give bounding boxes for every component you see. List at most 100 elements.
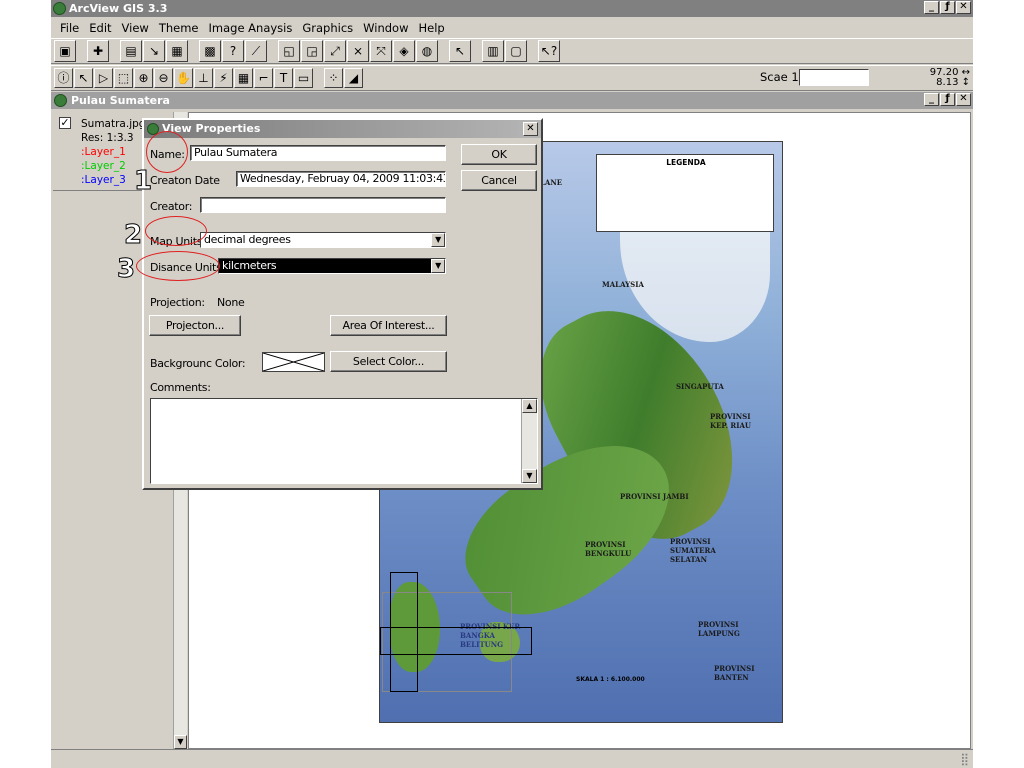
map-scale-text: SKALA 1 : 6.100.000 [576,676,645,683]
locate-address-icon[interactable]: ⟋ [245,40,267,62]
annotation-ellipse-2 [145,216,207,246]
cancel-button[interactable]: Cancel [461,170,537,191]
area-of-interest-button[interactable]: Area Of Interest... [330,315,447,336]
menu-edit[interactable]: Edit [84,18,116,38]
view-window-controls: _ ƒ ✕ [924,93,971,106]
draw-rectangle-icon[interactable]: ▭ [294,68,313,88]
zoom-selected-icon[interactable]: ⤢ [324,40,346,62]
select-feature-icon[interactable]: ⬚ [114,68,133,88]
menu-help[interactable]: Help [414,18,450,38]
theme-name[interactable]: Sumatra.jpg [81,118,145,130]
scroll-down-arrow-icon[interactable]: ▼ [174,735,187,749]
menu-window[interactable]: Window [358,18,413,38]
vertex-edit-icon[interactable]: ▷ [94,68,113,88]
scale-input[interactable] [799,69,869,86]
legend-layer-1: :Layer_1 [81,146,126,158]
comments-scrollbar[interactable]: ▲ ▼ [521,399,537,483]
minimize-button[interactable]: _ [924,1,939,14]
zoom-in-icon[interactable]: ⨯ [347,40,369,62]
menu-theme[interactable]: Theme [154,18,204,38]
query-builder-icon[interactable]: ? [222,40,244,62]
map-units-value: decimal degrees [204,233,291,246]
view-close-button[interactable]: ✕ [956,93,971,106]
menu-view[interactable]: View [117,18,154,38]
annotation-ellipse-3 [136,251,220,281]
name-field[interactable]: Pulau Sumatera [190,145,446,161]
menu-file[interactable]: File [55,18,84,38]
window-controls: _ ƒ ✕ [924,1,971,14]
projection-label: Projection: [150,296,205,309]
hotlink-icon[interactable]: ⚡ [214,68,233,88]
annotation-number-3: 3 [116,254,136,285]
find-icon[interactable]: ▩ [199,40,221,62]
theme-res: Res: 1:3.3 [81,132,134,144]
menu-image-analysis[interactable]: Image Anaysis [204,18,298,38]
layout-icon[interactable]: ▥ [482,40,504,62]
view-restore-button[interactable]: ƒ [940,93,955,106]
resize-grip-icon[interactable]: ⣿ [960,752,969,766]
measure-icon[interactable]: ⊥ [194,68,213,88]
map-label: PROVINSI BANTEN [714,664,755,682]
comments-label: Comments: [150,381,211,394]
restore-button[interactable]: ƒ [940,1,955,14]
label-icon[interactable]: ⌐ [254,68,273,88]
ok-button[interactable]: OK [461,144,537,165]
dialog-close-button[interactable]: ✕ [523,122,538,136]
close-button[interactable]: ✕ [956,1,971,14]
distance-units-dropdown[interactable]: kilcmeters ▼ [218,258,446,274]
map-label: LANE [540,178,563,187]
scroll-down-arrow-icon[interactable]: ▼ [522,469,537,483]
view-window-titlebar: Pulau Sumatera _ ƒ ✕ [51,92,973,109]
zoom-full-extent-icon[interactable]: ◱ [278,40,300,62]
creator-field[interactable] [200,197,446,213]
view-window-title: Pulau Sumatera [71,94,170,107]
area-of-interest-icon[interactable]: ▦ [234,68,253,88]
pan-icon[interactable]: ✋ [174,68,193,88]
view-globe-icon [54,94,67,107]
help-icon[interactable]: ↖? [538,40,560,62]
zoom-previous-icon[interactable]: ◈ [393,40,415,62]
save-icon[interactable]: ▣ [54,40,76,62]
map-label: PROVINSI BENGKULU [585,540,632,558]
menu-graphics[interactable]: Graphics [297,18,358,38]
select-color-button[interactable]: Select Color... [330,351,447,372]
app-titlebar: ArcView GIS 3.3 _ ƒ ✕ [51,0,973,17]
select-features-icon[interactable]: ◍ [416,40,438,62]
zoom-out-tool-icon[interactable]: ⊖ [154,68,173,88]
annotation-number-2: 2 [123,220,143,251]
snap-icon[interactable]: ⁘ [324,68,343,88]
dropdown-arrow-icon[interactable]: ▼ [431,233,445,247]
text-icon[interactable]: T [274,68,293,88]
creator-label: Creator: [150,200,193,213]
zoom-in-tool-icon[interactable]: ⊕ [134,68,153,88]
dropdown-arrow-icon[interactable]: ▼ [431,259,445,273]
pointer-icon[interactable]: ↖ [74,68,93,88]
comments-textarea[interactable]: ▲ ▼ [150,398,538,484]
zoom-active-themes-icon[interactable]: ◲ [301,40,323,62]
map-legend-title: LEGENDA [666,158,706,167]
background-color-label: Backgrounc Color: [150,357,246,370]
clear-selection-icon[interactable]: ↖ [449,40,471,62]
app-title: ArcView GIS 3.3 [69,2,168,15]
line-tool-icon[interactable]: ◢ [344,68,363,88]
zoom-out-icon[interactable]: ⤧ [370,40,392,62]
map-label: SINGAPUTA [676,382,724,391]
dialog-titlebar: View Properties ✕ [144,120,541,138]
theme-visibility-checkbox[interactable]: ✓ [59,117,71,129]
map-label: PROVINSI LAMPUNG [698,620,740,638]
arcview-globe-icon [53,2,66,15]
view-minimize-button[interactable]: _ [924,93,939,106]
map-legend: LEGENDA [596,154,774,232]
chart-icon[interactable]: ▢ [505,40,527,62]
map-label: PROVINSI JAMBI [620,492,689,501]
map-label: PROVINSI SUMATERA SELATAN [670,537,716,564]
edit-legend-icon[interactable]: ↘ [143,40,165,62]
scroll-up-arrow-icon[interactable]: ▲ [522,399,537,413]
projection-button[interactable]: Projecton... [149,315,241,336]
identify-icon[interactable]: ⓘ [54,68,73,88]
add-theme-icon[interactable]: ✚ [87,40,109,62]
open-table-icon[interactable]: ▦ [166,40,188,62]
map-units-dropdown[interactable]: decimal degrees ▼ [200,232,446,248]
legend-layer-3: :Layer_3 [81,174,126,186]
theme-properties-icon[interactable]: ▤ [120,40,142,62]
